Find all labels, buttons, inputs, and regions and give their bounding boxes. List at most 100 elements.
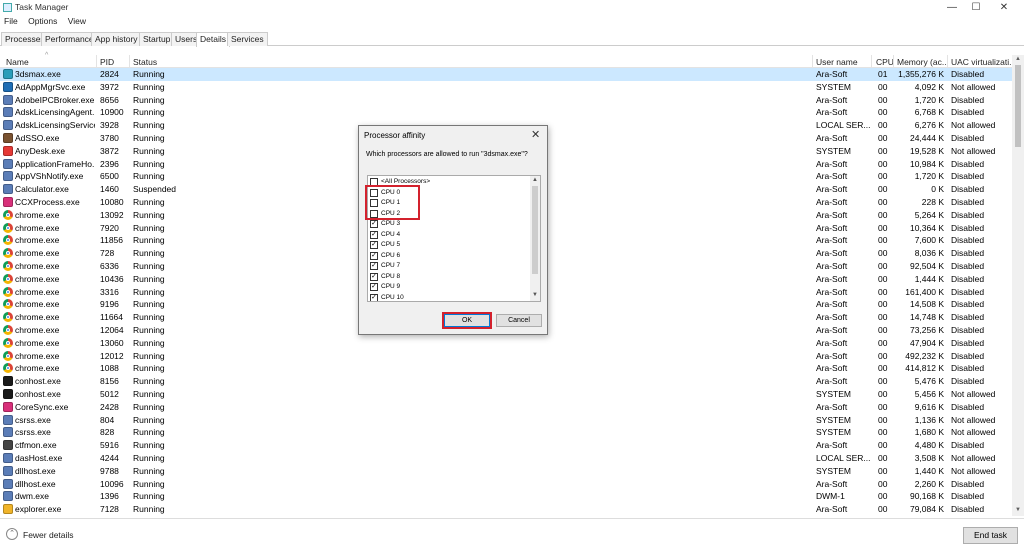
list-scrollbar-thumb[interactable] xyxy=(532,186,538,274)
menu-options[interactable]: Options xyxy=(24,15,61,27)
process-name: ctfmon.exe xyxy=(15,440,57,451)
vertical-scrollbar[interactable]: ▲ ▼ xyxy=(1012,55,1024,516)
process-cpu: 00 xyxy=(878,350,888,361)
cpu-checkbox-item[interactable]: ✓ CPU 7 xyxy=(369,261,529,272)
process-icon xyxy=(3,414,13,425)
table-row[interactable]: AdAppMgrSvc.exe 3972 Running SYSTEM 00 4,092 … xyxy=(0,81,1012,94)
process-status: Running xyxy=(133,440,165,451)
table-row[interactable]: explorer.exe 7128 Running Ara-Soft 00 79,084 … xyxy=(0,503,1012,516)
checked-checkbox-icon[interactable]: ✓ xyxy=(370,251,378,260)
tab-startup[interactable]: Startup xyxy=(139,32,175,46)
checked-checkbox-icon[interactable]: ✓ xyxy=(370,272,378,281)
processor-list-scrollbar[interactable]: ▲ ▼ xyxy=(530,176,540,301)
process-status: Running xyxy=(133,312,165,323)
tab-app-history[interactable]: App history xyxy=(91,32,142,46)
column-divider[interactable] xyxy=(893,55,894,68)
table-row[interactable]: AdskLicensingAgent... 10900 Running Ara-Sof… xyxy=(0,106,1012,119)
column-divider[interactable] xyxy=(871,55,872,68)
process-pid: 7920 xyxy=(100,222,119,233)
table-row[interactable]: conhost.exe 8156 Running Ara-Soft 00 5,476 K D… xyxy=(0,375,1012,388)
process-memory: 1,444 K xyxy=(914,273,944,284)
table-row[interactable]: chrome.exe 1088 Running Ara-Soft 00 414,812 K… xyxy=(0,362,1012,375)
scrollbar-thumb[interactable] xyxy=(1015,65,1021,147)
column-cpu[interactable]: CPU xyxy=(876,57,894,67)
table-row[interactable]: dllhost.exe 9788 Running SYSTEM 00 1,440 K Not… xyxy=(0,465,1012,478)
process-icon xyxy=(3,69,13,79)
process-user: SYSTEM xyxy=(816,81,851,92)
process-pid: 11664 xyxy=(100,312,124,323)
table-row[interactable]: dwm.exe 1396 Running DWM-1 00 90,168 K Disable… xyxy=(0,490,1012,503)
column-status[interactable]: Status xyxy=(133,57,157,67)
column-divider[interactable] xyxy=(96,55,97,68)
process-name: conhost.exe xyxy=(15,388,61,399)
cpu-checkbox-item[interactable]: ✓ CPU 10 xyxy=(369,293,529,301)
process-pid: 8156 xyxy=(100,376,119,387)
table-row[interactable]: CoreSync.exe 2428 Running Ara-Soft 00 9,616 K… xyxy=(0,401,1012,414)
cpu-checkbox-item[interactable]: ✓ CPU 5 xyxy=(369,240,529,251)
tab-details[interactable]: Details xyxy=(196,32,230,47)
checked-checkbox-icon[interactable]: ✓ xyxy=(370,293,378,301)
table-row[interactable]: dllhost.exe 10096 Running Ara-Soft 00 2,260 K… xyxy=(0,478,1012,491)
column-divider[interactable] xyxy=(947,55,948,68)
process-uac: Not allowed xyxy=(951,452,996,463)
table-row[interactable]: csrss.exe 804 Running SYSTEM 00 1,136 K Not al… xyxy=(0,414,1012,427)
cpu-checkbox-item[interactable]: ✓ CPU 4 xyxy=(369,230,529,241)
cancel-button[interactable]: Cancel xyxy=(496,314,542,327)
table-row[interactable]: csrss.exe 828 Running SYSTEM 00 1,680 K Not al… xyxy=(0,426,1012,439)
table-row[interactable]: ctfmon.exe 5916 Running Ara-Soft 00 4,480 K Di… xyxy=(0,439,1012,452)
process-user: SYSTEM xyxy=(816,414,851,425)
table-row[interactable]: AdobeIPCBroker.exe 8656 Running Ara-Soft 00 1… xyxy=(0,94,1012,107)
table-row[interactable]: 3dsmax.exe 2824 Running Ara-Soft 01 1,355,276… xyxy=(0,68,1012,81)
table-row[interactable]: dasHost.exe 4244 Running LOCAL SER... 00 3,50… xyxy=(0,452,1012,465)
checkbox-label: CPU 9 xyxy=(381,283,401,290)
title-bar: Task Manager — ☐ ✕ xyxy=(0,0,1024,15)
table-row[interactable]: chrome.exe 13060 Running Ara-Soft 00 47,904 K… xyxy=(0,337,1012,350)
process-pid: 3780 xyxy=(100,132,119,143)
fewer-details-link[interactable]: Fewer details xyxy=(23,530,74,540)
process-user: Ara-Soft xyxy=(816,324,848,335)
table-row[interactable]: conhost.exe 5012 Running SYSTEM 00 5,456 K Not… xyxy=(0,388,1012,401)
column-pid[interactable]: PID xyxy=(100,57,114,67)
checked-checkbox-icon[interactable]: ✓ xyxy=(370,230,378,239)
process-pid: 1460 xyxy=(100,184,119,195)
checked-checkbox-icon[interactable]: ✓ xyxy=(370,220,378,228)
tab-services[interactable]: Services xyxy=(227,32,268,46)
table-row[interactable]: chrome.exe 12012 Running Ara-Soft 00 492,232 … xyxy=(0,350,1012,363)
column-user-name[interactable]: User name xyxy=(816,57,858,67)
close-button[interactable]: ✕ xyxy=(984,0,1024,15)
tab-performance[interactable]: Performance xyxy=(41,32,98,46)
process-icon xyxy=(3,120,13,131)
checked-checkbox-icon[interactable]: ✓ xyxy=(370,241,378,249)
process-uac: Not allowed xyxy=(951,388,996,399)
process-status: Running xyxy=(133,491,165,502)
list-scroll-down-icon[interactable]: ▼ xyxy=(531,292,539,300)
cpu-checkbox-item[interactable]: ✓ CPU 8 xyxy=(369,272,529,283)
column-uac-virtualization[interactable]: UAC virtualizati... xyxy=(951,57,1011,67)
process-name: AppVShNotify.exe xyxy=(15,171,84,182)
cpu-checkbox-item[interactable]: ✓ CPU 6 xyxy=(369,251,529,262)
end-task-button[interactable]: End task xyxy=(963,527,1018,544)
column-divider[interactable] xyxy=(129,55,130,68)
cpu-checkbox-item[interactable]: ✓ CPU 9 xyxy=(369,282,529,293)
menu-file[interactable]: File xyxy=(0,15,22,27)
scroll-down-icon[interactable]: ▼ xyxy=(1014,507,1022,515)
checked-checkbox-icon[interactable]: ✓ xyxy=(370,262,378,270)
fewer-details-chevron-icon[interactable]: ⌃ xyxy=(6,528,18,540)
process-memory: 1,720 K xyxy=(914,171,944,182)
column-divider[interactable] xyxy=(812,55,813,68)
column-memory[interactable]: Memory (ac... xyxy=(897,57,947,67)
process-uac: Not allowed xyxy=(951,414,996,425)
dialog-close-icon[interactable]: ✕ xyxy=(531,128,540,141)
scroll-up-icon[interactable]: ▲ xyxy=(1014,56,1022,64)
cpu-checkbox-item[interactable]: ✓ CPU 3 xyxy=(369,219,529,230)
list-scroll-up-icon[interactable]: ▲ xyxy=(531,177,539,185)
process-status: Running xyxy=(133,427,165,438)
checkbox-label: CPU 4 xyxy=(381,230,401,238)
process-user: Ara-Soft xyxy=(816,337,848,348)
process-cpu: 00 xyxy=(878,401,888,412)
checked-checkbox-icon[interactable]: ✓ xyxy=(370,283,378,291)
process-name: chrome.exe xyxy=(15,299,60,310)
menu-view[interactable]: View xyxy=(64,15,90,27)
process-pid: 9196 xyxy=(100,299,119,310)
column-name[interactable]: Name xyxy=(6,57,29,67)
